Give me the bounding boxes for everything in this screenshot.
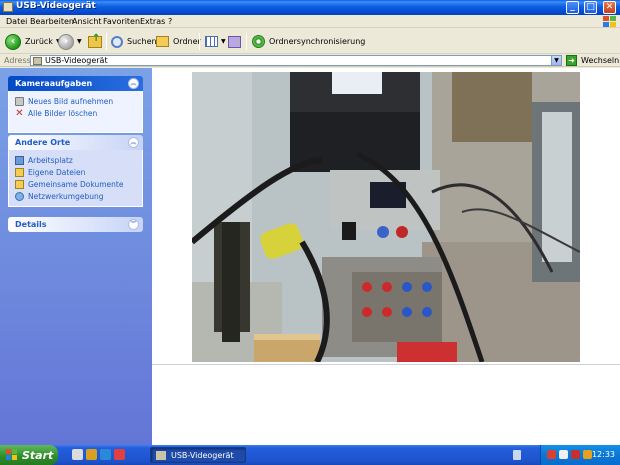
maximize-button[interactable]: □ — [584, 1, 597, 14]
take-new-picture-label: Neues Bild aufnehmen — [28, 96, 114, 106]
details-panel: Details ︾ — [8, 217, 143, 232]
tray-security-icon[interactable] — [571, 450, 580, 459]
quicklaunch-desktop-icon[interactable] — [72, 449, 83, 460]
views-icon — [205, 36, 218, 47]
other-place-label: Arbeitsplatz — [28, 155, 73, 165]
address-bar: Adresse USB-Videogerät ▼ ➜ Wechseln zu — [0, 55, 620, 67]
minimize-button[interactable]: _ — [566, 1, 579, 14]
computer-icon — [15, 155, 24, 165]
search-icon — [111, 35, 123, 48]
delete-x-icon: ✕ — [15, 107, 24, 119]
close-button[interactable]: ✕ — [603, 1, 616, 14]
search-button[interactable]: Suchen — [111, 32, 157, 51]
camera-shot-icon — [15, 96, 24, 106]
chevron-down-icon[interactable]: ▼ — [221, 38, 226, 45]
collapse-chevron-icon[interactable]: ︽ — [128, 137, 139, 148]
folders-label: Ordner — [173, 37, 201, 46]
expand-chevron-icon[interactable]: ︾ — [128, 219, 139, 230]
favorites-toolbar-button[interactable] — [228, 32, 241, 51]
camera-tasks-panel: Kameraaufgaben ︽ Neues Bild aufnehmen ✕ … — [8, 76, 143, 133]
other-place-label: Gemeinsame Dokumente — [28, 179, 124, 189]
folder-sync-button[interactable]: Ordnersynchronisierung — [252, 32, 365, 51]
address-dropdown-icon[interactable]: ▼ — [551, 56, 561, 65]
camera-preview-image — [192, 72, 580, 362]
collapse-chevron-icon[interactable]: ︽ — [128, 78, 139, 89]
camera-icon — [156, 450, 166, 460]
details-title: Details — [15, 220, 47, 229]
tray-network-icon[interactable] — [559, 450, 568, 459]
sync-icon — [252, 35, 265, 48]
folder-sync-label: Ordnersynchronisierung — [269, 37, 366, 46]
windows-flag-icon — [6, 449, 18, 461]
preview-divider — [152, 364, 620, 365]
back-arrow-icon: ‹ — [5, 33, 21, 50]
folder-icon — [15, 167, 24, 177]
folder-icon — [15, 179, 24, 189]
folders-button[interactable]: Ordner — [156, 32, 201, 51]
title-bar[interactable]: USB-Videogerät _ □ ✕ — [0, 0, 620, 15]
taskbar-window-usb-videogeraet[interactable]: USB-Videogerät — [150, 447, 246, 463]
system-tray: 12:33 — [540, 445, 620, 465]
up-folder-button[interactable]: ↑ — [88, 32, 102, 51]
other-place-eigene-dateien[interactable]: Eigene Dateien — [15, 166, 136, 178]
other-places-header[interactable]: Andere Orte ︽ — [8, 135, 143, 150]
back-button[interactable]: ‹ Zurück ▼ — [5, 32, 61, 51]
tray-shield-icon[interactable] — [547, 450, 556, 459]
tray-clock[interactable]: 12:33 — [592, 450, 615, 459]
go-label: Wechseln zu — [581, 56, 620, 65]
delete-all-pictures-label: Alle Bilder löschen — [28, 108, 98, 118]
camera-tasks-header[interactable]: Kameraaufgaben ︽ — [8, 76, 143, 91]
favorites-icon — [228, 35, 241, 48]
back-label: Zurück — [25, 37, 53, 46]
folder-icon — [156, 36, 169, 47]
quicklaunch-browser-icon[interactable] — [100, 449, 111, 460]
delete-all-pictures-link[interactable]: ✕ Alle Bilder löschen — [15, 107, 136, 119]
quicklaunch-app-icon[interactable] — [114, 449, 125, 460]
folder-up-icon: ↑ — [88, 33, 102, 48]
menu-help[interactable]: ? — [168, 17, 172, 26]
menu-favoriten[interactable]: Favoriten — [103, 17, 140, 26]
taskbar-window-label: USB-Videogerät — [171, 450, 234, 460]
windows-logo-icon — [602, 16, 616, 27]
take-new-picture-link[interactable]: Neues Bild aufnehmen — [15, 95, 136, 107]
menu-extras[interactable]: Extras — [140, 17, 165, 26]
other-place-arbeitsplatz[interactable]: Arbeitsplatz — [15, 154, 136, 166]
go-button[interactable]: ➜ Wechseln zu — [566, 55, 620, 66]
tray-update-icon[interactable] — [583, 450, 592, 459]
other-places-title: Andere Orte — [15, 138, 71, 147]
address-input[interactable]: USB-Videogerät ▼ — [30, 55, 562, 66]
views-button[interactable]: ▼ — [205, 32, 226, 51]
other-place-label: Eigene Dateien — [28, 167, 86, 177]
other-place-gemeinsame-dokumente[interactable]: Gemeinsame Dokumente — [15, 178, 136, 190]
menu-datei[interactable]: Datei — [6, 17, 27, 26]
network-icon — [15, 191, 24, 201]
toolbar: ‹ Zurück ▼ › ▼ ↑ Suchen Ordner ▼ Ordners… — [0, 29, 620, 54]
details-header[interactable]: Details ︾ — [8, 217, 143, 232]
content-pane — [152, 68, 620, 445]
window-title: USB-Videogerät — [16, 1, 96, 11]
camera-icon — [33, 57, 42, 65]
address-value: USB-Videogerät — [45, 56, 108, 65]
camera-tasks-title: Kameraaufgaben — [15, 79, 93, 88]
forward-button[interactable]: › ▼ — [58, 32, 82, 51]
menu-bearbeiten[interactable]: Bearbeiten — [30, 17, 74, 26]
chevron-down-icon[interactable]: ▼ — [77, 38, 82, 45]
menu-ansicht[interactable]: Ansicht — [72, 17, 102, 26]
search-label: Suchen — [127, 37, 157, 46]
taskbar: Start USB-Videogerät 12:33 — [0, 445, 620, 465]
other-places-panel: Andere Orte ︽ Arbeitsplatz Eigene Dateie… — [8, 135, 143, 207]
start-button[interactable]: Start — [0, 445, 58, 465]
forward-arrow-icon: › — [58, 33, 74, 50]
quicklaunch-folder-icon[interactable] — [86, 449, 97, 460]
other-place-label: Netzwerkumgebung — [28, 191, 104, 201]
camera-app-icon — [3, 2, 13, 12]
task-pane: Kameraaufgaben ︽ Neues Bild aufnehmen ✕ … — [0, 68, 152, 445]
go-arrow-icon: ➜ — [566, 55, 577, 66]
taskbar-audio-icon[interactable] — [513, 450, 521, 460]
other-place-netzwerkumgebung[interactable]: Netzwerkumgebung — [15, 190, 136, 202]
start-label: Start — [22, 448, 54, 462]
menu-bar: Datei Bearbeiten Ansicht Favoriten Extra… — [0, 15, 620, 28]
